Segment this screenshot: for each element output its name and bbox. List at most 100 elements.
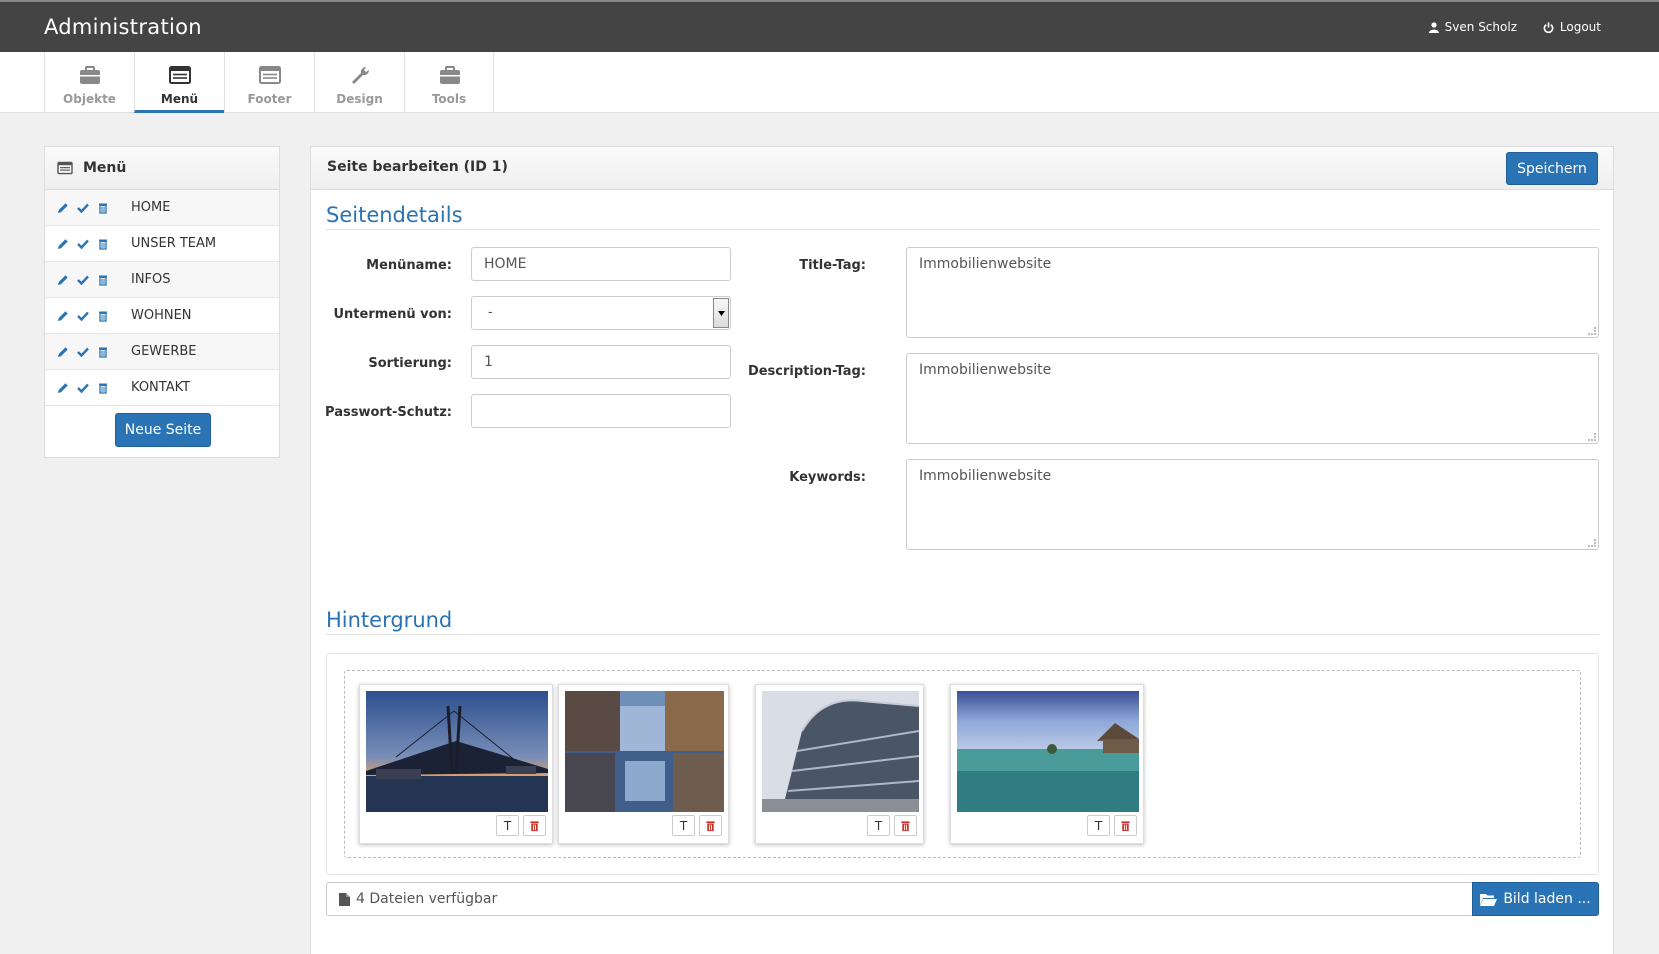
- pencil-icon[interactable]: [57, 382, 69, 394]
- trash-icon[interactable]: [97, 382, 109, 394]
- menu-item-label: WOHNEN: [131, 308, 192, 323]
- user-name: Sven Scholz: [1444, 20, 1517, 34]
- image-thumbnail[interactable]: T: [558, 684, 729, 844]
- files-info: 4 Dateien verfügbar: [339, 891, 497, 907]
- check-icon[interactable]: [77, 274, 89, 286]
- pencil-icon[interactable]: [57, 238, 69, 250]
- modern-building-image: [762, 691, 919, 812]
- delete-image-button[interactable]: [699, 815, 722, 836]
- menu-item-home[interactable]: HOME: [45, 190, 279, 226]
- menu-item-infos[interactable]: INFOS: [45, 262, 279, 298]
- title-button[interactable]: T: [672, 815, 695, 836]
- trash-icon: [530, 820, 539, 831]
- menu-item-wohnen[interactable]: WOHNEN: [45, 298, 279, 334]
- menuname-label: Menüname:: [366, 258, 452, 273]
- resize-grip-icon[interactable]: [1588, 433, 1596, 441]
- app-title: Administration: [44, 15, 202, 39]
- top-bar: Administration Sven Scholz Logout: [0, 0, 1659, 52]
- delete-image-button[interactable]: [1114, 815, 1137, 836]
- file-upload-bar: 4 Dateien verfügbar Bild laden ...: [326, 882, 1599, 916]
- tab-bar: Objekte Menü Footer Design Tools: [0, 52, 1659, 113]
- tab-label: Tools: [431, 92, 467, 106]
- title-tag-textarea[interactable]: Immobilienwebsite: [906, 247, 1599, 338]
- menu-panel: Menü HOME UNSER TEAM INFOS WOHNEN GEWERB…: [44, 146, 280, 458]
- section-title-background: Hintergrund: [326, 608, 1599, 635]
- menuname-input[interactable]: HOME: [471, 247, 731, 281]
- description-tag-value: Immobilienwebsite: [919, 362, 1052, 378]
- menu-panel-title: Menü: [83, 160, 127, 176]
- menu-panel-header: Menü: [45, 147, 279, 190]
- sortierung-label: Sortierung:: [368, 356, 452, 371]
- tab-footer[interactable]: Footer: [224, 52, 314, 113]
- canal-buildings-image: [565, 691, 724, 812]
- trash-icon[interactable]: [97, 202, 109, 214]
- keywords-textarea[interactable]: Immobilienwebsite: [906, 459, 1599, 550]
- chevron-down-icon[interactable]: [713, 298, 729, 328]
- menu-item-gewerbe[interactable]: GEWERBE: [45, 334, 279, 370]
- tab-design[interactable]: Design: [314, 52, 404, 113]
- menu-item-kontakt[interactable]: KONTAKT: [45, 370, 279, 406]
- untermenu-select[interactable]: -: [471, 296, 731, 330]
- load-image-label: Bild laden ...: [1503, 891, 1591, 907]
- load-image-button[interactable]: Bild laden ...: [1472, 882, 1599, 916]
- description-tag-label: Description-Tag:: [747, 364, 866, 379]
- check-icon[interactable]: [77, 346, 89, 358]
- edit-page-panel: Seite bearbeiten (ID 1) Speichern Seiten…: [310, 146, 1614, 954]
- trash-icon: [706, 820, 715, 831]
- trash-icon[interactable]: [97, 310, 109, 322]
- logout-link[interactable]: Logout: [1543, 20, 1601, 34]
- image-thumbnail[interactable]: T: [755, 684, 924, 844]
- tab-tools[interactable]: Tools: [404, 52, 494, 113]
- user-icon: [1428, 21, 1439, 33]
- pencil-icon[interactable]: [57, 346, 69, 358]
- resize-grip-icon[interactable]: [1588, 539, 1596, 547]
- folder-open-icon: [1480, 893, 1498, 906]
- resize-grip-icon[interactable]: [1588, 327, 1596, 335]
- trash-icon[interactable]: [97, 274, 109, 286]
- logout-label: Logout: [1559, 20, 1601, 34]
- menu-item-label: HOME: [131, 200, 171, 215]
- pencil-icon[interactable]: [57, 274, 69, 286]
- delete-image-button[interactable]: [523, 815, 546, 836]
- trash-icon: [1121, 820, 1130, 831]
- title-tag-label: Title-Tag:: [799, 258, 866, 273]
- check-icon[interactable]: [77, 238, 89, 250]
- save-button[interactable]: Speichern: [1506, 152, 1598, 185]
- trash-icon[interactable]: [97, 346, 109, 358]
- untermenu-label: Untermenü von:: [333, 307, 452, 322]
- passwort-input[interactable]: [471, 394, 731, 428]
- sortierung-input[interactable]: 1: [471, 345, 731, 379]
- description-tag-textarea[interactable]: Immobilienwebsite: [906, 353, 1599, 444]
- menu-list: HOME UNSER TEAM INFOS WOHNEN GEWERBE KON…: [45, 190, 279, 406]
- menu-item-unser-team[interactable]: UNSER TEAM: [45, 226, 279, 262]
- power-icon: [1543, 21, 1554, 33]
- tab-objekte[interactable]: Objekte: [44, 52, 134, 113]
- briefcase-icon: [80, 66, 100, 84]
- file-icon: [339, 892, 350, 906]
- delete-image-button[interactable]: [894, 815, 917, 836]
- title-button[interactable]: T: [496, 815, 519, 836]
- menu-item-label: GEWERBE: [131, 344, 197, 359]
- tab-menu[interactable]: Menü: [134, 52, 224, 113]
- list-icon: [169, 66, 191, 84]
- new-page-button[interactable]: Neue Seite: [115, 413, 211, 447]
- title-button[interactable]: T: [1087, 815, 1110, 836]
- tab-label: Design: [336, 92, 383, 106]
- check-icon[interactable]: [77, 382, 89, 394]
- user-menu[interactable]: Sven Scholz: [1428, 20, 1517, 34]
- pencil-icon[interactable]: [57, 202, 69, 214]
- check-icon[interactable]: [77, 202, 89, 214]
- pencil-icon[interactable]: [57, 310, 69, 322]
- untermenu-value: -: [488, 305, 493, 320]
- image-thumbnail[interactable]: T: [950, 684, 1144, 844]
- trash-icon[interactable]: [97, 238, 109, 250]
- files-available-text: 4 Dateien verfügbar: [356, 891, 498, 907]
- edit-page-header: Seite bearbeiten (ID 1) Speichern: [311, 147, 1613, 190]
- tab-label: Objekte: [63, 92, 116, 106]
- menu-item-label: KONTAKT: [131, 380, 191, 395]
- menu-item-label: INFOS: [131, 272, 171, 287]
- image-thumbnail[interactable]: T: [359, 684, 553, 844]
- title-button[interactable]: T: [867, 815, 890, 836]
- image-dropzone[interactable]: T T T T: [344, 670, 1581, 858]
- check-icon[interactable]: [77, 310, 89, 322]
